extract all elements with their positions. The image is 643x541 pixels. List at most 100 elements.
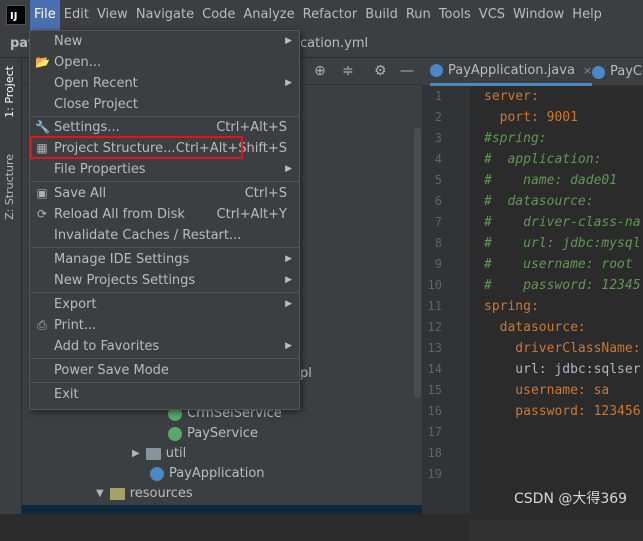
chevron-right-icon[interactable]: ▶ [132,444,140,464]
menu-tools[interactable]: Tools [435,0,475,30]
menu-item-print[interactable]: ⎙ Print... [30,315,299,336]
breadcrumb-file[interactable]: cation.yml [300,36,368,51]
interface-icon [168,427,182,441]
code-line[interactable]: # username: root [484,254,633,275]
line-number: 5 [434,173,442,187]
menu-analyze[interactable]: Analyze [239,0,298,30]
tab-structure[interactable]: Z: Structure [3,154,16,220]
code-line[interactable]: password: 123456 [484,401,640,422]
submenu-arrow-icon: ▶ [285,254,292,264]
tree-row-impl-partial[interactable]: pl [300,364,312,384]
menu-view[interactable]: View [93,0,132,30]
tree-row-payapplication[interactable]: PayApplication [150,464,265,484]
menu-item-manage-ide-settings[interactable]: Manage IDE Settings ▶ [30,249,299,270]
close-icon[interactable]: × [583,57,592,85]
menu-help[interactable]: Help [568,0,606,30]
line-number: 15 [427,383,442,397]
chevron-down-icon[interactable]: ▼ [96,484,104,504]
code-line[interactable]: server: [484,86,539,107]
gear-icon[interactable]: ⚙ [374,63,387,79]
menu-build[interactable]: Build [361,0,402,30]
menu-refactor[interactable]: Refactor [299,0,362,30]
menu-file[interactable]: File [30,0,60,30]
code-line[interactable]: #spring: [484,128,547,149]
code-line[interactable]: # application: [484,149,601,170]
tab-project[interactable]: 1: Project [3,66,16,118]
class-icon [592,65,605,79]
locate-icon[interactable]: ⊕ [314,63,326,79]
menu-separator [31,181,299,182]
submenu-arrow-icon: ▶ [285,36,292,46]
code-line[interactable]: url: jdbc:sqlser [484,359,640,380]
intellij-logo-icon: IJ [6,5,26,25]
menu-item-reload-all[interactable]: ⟳ Reload All from Disk Ctrl+Alt+Y [30,204,299,225]
hide-icon[interactable]: — [400,63,414,79]
menu-item-export[interactable]: Export ▶ [30,294,299,315]
menu-edit[interactable]: Edit [60,0,93,30]
menu-item-new-projects-settings[interactable]: New Projects Settings ▶ [30,270,299,291]
menu-run[interactable]: Run [402,0,435,30]
code-line[interactable]: # datasource: [484,191,594,212]
menu-item-open[interactable]: 📂 Open... [30,52,299,73]
menu-item-open-recent[interactable]: Open Recent ▶ [30,73,299,94]
reload-icon: ⟳ [36,207,48,221]
menu-separator [31,358,299,359]
line-number: 1 [434,89,442,103]
current-line-highlight [470,520,643,541]
line-number: 11 [427,299,442,313]
tree-row-resources[interactable]: ▼ resources [96,484,193,504]
code-line[interactable]: # name: dade01 [484,170,617,191]
code-line[interactable]: datasource: [484,317,586,338]
menu-navigate[interactable]: Navigate [132,0,198,30]
line-number: 17 [427,425,442,439]
menu-item-file-properties[interactable]: File Properties ▶ [30,159,299,180]
line-number: 10 [427,278,442,292]
line-number: 12 [427,320,442,334]
folder-icon [145,448,161,460]
submenu-arrow-icon: ▶ [285,275,292,285]
file-menu-dropdown: New ▶ 📂 Open... Open Recent ▶ Close Proj… [29,30,300,410]
code-line[interactable]: port: 9001 [484,107,578,128]
menu-separator [31,247,299,248]
code-line[interactable]: # password: 12345 [484,275,641,296]
menu-item-close-project[interactable]: Close Project [30,94,299,115]
tab-payapplication-java[interactable]: PayApplication.java × [430,57,593,86]
menu-vcs[interactable]: VCS [475,0,509,30]
line-number: 13 [427,341,442,355]
watermark: CSDN @大得369 [514,491,628,507]
menu-item-invalidate-caches[interactable]: Invalidate Caches / Restart... [30,225,299,246]
tree-row-payservice[interactable]: PayService [168,424,258,444]
wrench-icon: 🔧 [35,120,50,134]
menu-window[interactable]: Window [509,0,568,30]
code-line[interactable]: username: sa [484,380,609,401]
line-number: 8 [434,236,442,250]
submenu-arrow-icon: ▶ [285,299,292,309]
line-number: 7 [434,215,442,229]
menu-item-exit[interactable]: Exit [30,384,299,405]
line-number: 3 [434,131,442,145]
tab-payco[interactable]: PayCo [592,58,643,86]
collapse-all-icon[interactable]: ≑ [342,63,354,79]
menu-separator [31,292,299,293]
class-icon [430,64,443,77]
menu-item-save-all[interactable]: ▣ Save All Ctrl+S [30,183,299,204]
menu-bar: IJ File Edit View Navigate Code Analyze … [0,0,643,30]
project-scrollbar[interactable] [414,128,421,398]
code-line[interactable]: # url: jdbc:mysql [484,233,641,254]
code-line[interactable]: # driver-class-na [484,212,641,233]
left-tool-strip: 1: Project Z: Structure [0,58,22,514]
menu-item-power-save-mode[interactable]: Power Save Mode [30,360,299,381]
editor-tabs: PayApplication.java × PayCo [422,58,643,86]
menu-code[interactable]: Code [198,0,239,30]
save-icon: ▣ [36,186,48,200]
menu-item-settings[interactable]: 🔧 Settings... Ctrl+Alt+S [30,117,299,138]
line-number: 18 [427,446,442,460]
tree-row-util[interactable]: ▶ util [132,444,186,464]
menu-item-new[interactable]: New ▶ [30,31,299,52]
code-line[interactable]: spring: [484,296,539,317]
menu-item-add-to-favorites[interactable]: Add to Favorites ▶ [30,336,299,357]
code-line[interactable]: driverClassName: [484,338,640,359]
print-icon: ⎙ [37,318,47,332]
tree-row-application-yml[interactable] [22,505,422,514]
line-number: 2 [434,110,442,124]
